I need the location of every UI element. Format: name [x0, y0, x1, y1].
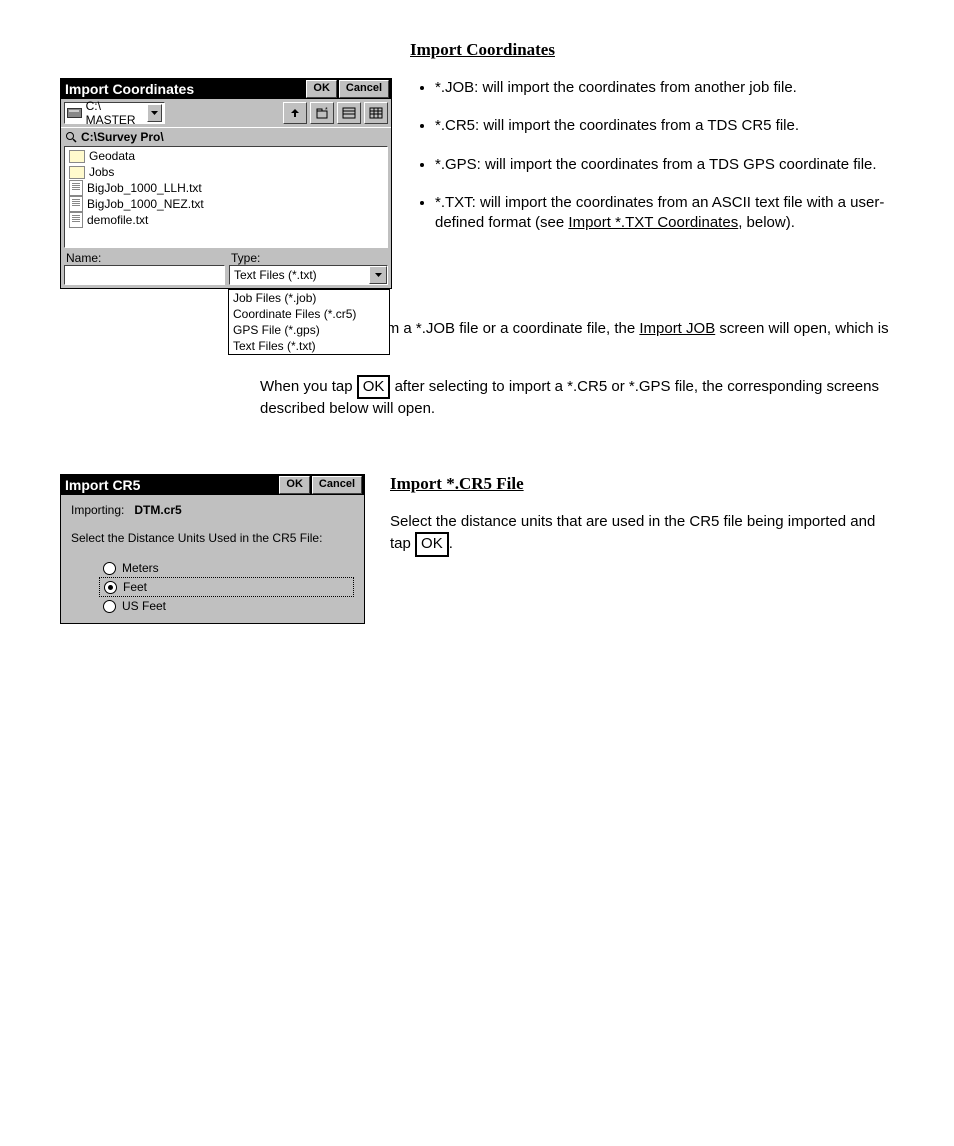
svg-text:*: *	[325, 107, 328, 114]
cancel-button[interactable]: Cancel	[312, 476, 362, 494]
radio-meters[interactable]: Meters	[99, 559, 354, 577]
chevron-down-icon	[369, 266, 387, 284]
list-item: *.JOB: will import the coordinates from …	[435, 78, 894, 98]
list-item[interactable]: demofile.txt	[67, 212, 385, 228]
ok-label: OK	[415, 532, 449, 556]
section-heading: Import Coordinates	[410, 40, 894, 60]
file-icon	[69, 180, 83, 196]
dialog-title: Import Coordinates	[65, 81, 304, 97]
drive-select[interactable]: C:\ MASTER	[64, 102, 165, 124]
magnifier-icon	[65, 131, 77, 143]
type-option[interactable]: Text Files (*.txt)	[229, 338, 389, 354]
list-item[interactable]: Jobs	[67, 164, 385, 180]
disk-icon	[67, 108, 82, 118]
ok-button[interactable]: OK	[279, 476, 310, 494]
file-icon	[69, 196, 83, 212]
name-label: Name:	[64, 251, 225, 265]
new-folder-icon[interactable]: *	[310, 102, 334, 124]
radio-icon	[103, 600, 116, 613]
section-heading: Import *.CR5 File	[390, 474, 894, 494]
importing-line: Importing: DTM.cr5	[71, 503, 354, 517]
prompt-text: Select the Distance Units Used in the CR…	[71, 531, 354, 545]
paragraph: Select the distance units that are used …	[390, 512, 894, 557]
chevron-down-icon	[147, 104, 162, 122]
xref-link[interactable]: Import JOB	[639, 320, 715, 337]
radio-usfeet[interactable]: US Feet	[99, 597, 354, 615]
current-path: C:\Survey Pro\	[81, 130, 164, 144]
list-item: *.GPS: will import the coordinates from …	[435, 155, 894, 175]
paragraph: When you tap OK after selecting to impor…	[260, 375, 894, 420]
folder-icon	[69, 150, 85, 163]
import-cr5-dialog: Import CR5 OK Cancel Importing: DTM.cr5 …	[60, 474, 365, 624]
name-input[interactable]	[64, 265, 225, 285]
ok-label: OK	[357, 375, 391, 399]
type-select[interactable]: Text Files (*.txt)	[229, 265, 388, 285]
list-item: *.CR5: will import the coordinates from …	[435, 116, 894, 136]
xref-link[interactable]: Import *.TXT Coordinates	[568, 214, 738, 231]
radio-icon	[103, 562, 116, 575]
details-view-icon[interactable]	[364, 102, 388, 124]
up-folder-icon[interactable]	[283, 102, 307, 124]
cancel-button[interactable]: Cancel	[339, 80, 389, 98]
drive-label: C:\ MASTER	[86, 99, 148, 127]
folder-icon	[69, 166, 85, 179]
radio-icon	[104, 581, 117, 594]
ok-button[interactable]: OK	[306, 80, 337, 98]
type-label: Type:	[229, 251, 388, 265]
import-coordinates-dialog: Import Coordinates OK Cancel C:\ MASTER	[60, 78, 392, 289]
list-item[interactable]: BigJob_1000_NEZ.txt	[67, 196, 385, 212]
list-item[interactable]: Geodata	[67, 148, 385, 164]
units-radio-group: Meters Feet US Feet	[71, 559, 354, 615]
type-option[interactable]: GPS File (*.gps)	[229, 322, 389, 338]
radio-feet[interactable]: Feet	[99, 577, 354, 597]
list-item: *.TXT: will import the coordinates from …	[435, 193, 894, 234]
list-view-icon[interactable]	[337, 102, 361, 124]
importing-file: DTM.cr5	[134, 503, 181, 517]
type-option[interactable]: Coordinate Files (*.cr5)	[229, 306, 389, 322]
type-option[interactable]: Job Files (*.job)	[229, 290, 389, 306]
format-list: *.JOB: will import the coordinates from …	[417, 78, 894, 233]
type-dropdown-list: Job Files (*.job) Coordinate Files (*.cr…	[228, 289, 390, 355]
type-selected: Text Files (*.txt)	[230, 268, 369, 282]
list-item[interactable]: BigJob_1000_LLH.txt	[67, 180, 385, 196]
file-icon	[69, 212, 83, 228]
dialog-title: Import CR5	[65, 477, 277, 493]
file-list: Geodata Jobs BigJob_1000_LLH.txt BigJob_…	[64, 146, 388, 248]
